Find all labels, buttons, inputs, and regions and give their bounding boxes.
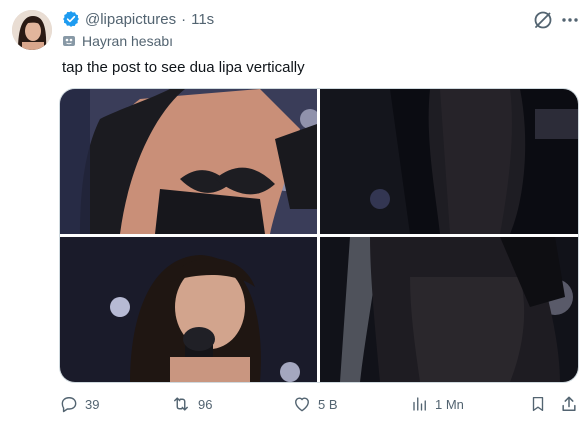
views-icon [413, 397, 426, 411]
separator: · [181, 10, 187, 28]
post-time[interactable]: 11s [191, 11, 214, 28]
like-count: 5 B [318, 396, 338, 412]
repost-button[interactable]: 96 [170, 393, 212, 415]
post-text: tap the post to see dua lipa vertically [62, 59, 305, 76]
bookmark-button[interactable] [529, 393, 547, 415]
photo-top-left [60, 89, 317, 234]
photo-top-right [320, 89, 578, 234]
post[interactable]: @lipapictures · 11s Hayran hesabı tap th… [0, 0, 584, 422]
media-image-4[interactable] [320, 237, 578, 382]
repost-count: 96 [198, 396, 213, 412]
reply-button[interactable]: 39 [59, 393, 99, 415]
grok-icon[interactable] [532, 9, 554, 31]
fan-account-icon [62, 34, 76, 48]
account-label-text: Hayran hesabı [82, 33, 174, 49]
avatar-image [12, 10, 52, 50]
reply-icon [61, 397, 77, 413]
views-button[interactable]: 1 Mn [411, 393, 464, 415]
like-button[interactable]: 5 B [292, 393, 338, 415]
heart-icon [295, 397, 309, 412]
share-button[interactable] [559, 393, 579, 415]
views-count: 1 Mn [435, 396, 464, 412]
media-image-1[interactable] [60, 89, 317, 234]
post-header: @lipapictures · 11s [62, 9, 214, 29]
action-bar: 39 96 5 B 1 Mn [59, 393, 579, 415]
photo-bottom-right [320, 237, 578, 382]
avatar[interactable] [12, 10, 52, 50]
media-image-2[interactable] [320, 89, 578, 234]
account-label: Hayran hesabı [62, 33, 173, 49]
media-grid[interactable] [59, 88, 579, 383]
verified-badge-icon [62, 10, 80, 28]
share-icon [562, 396, 576, 411]
more-options-icon[interactable] [560, 12, 580, 28]
reply-count: 39 [85, 396, 100, 412]
repost-icon [174, 397, 188, 411]
photo-bottom-left [60, 237, 317, 382]
media-image-3[interactable] [60, 237, 317, 382]
bookmark-icon [532, 396, 544, 412]
author-handle[interactable]: @lipapictures [85, 11, 176, 28]
